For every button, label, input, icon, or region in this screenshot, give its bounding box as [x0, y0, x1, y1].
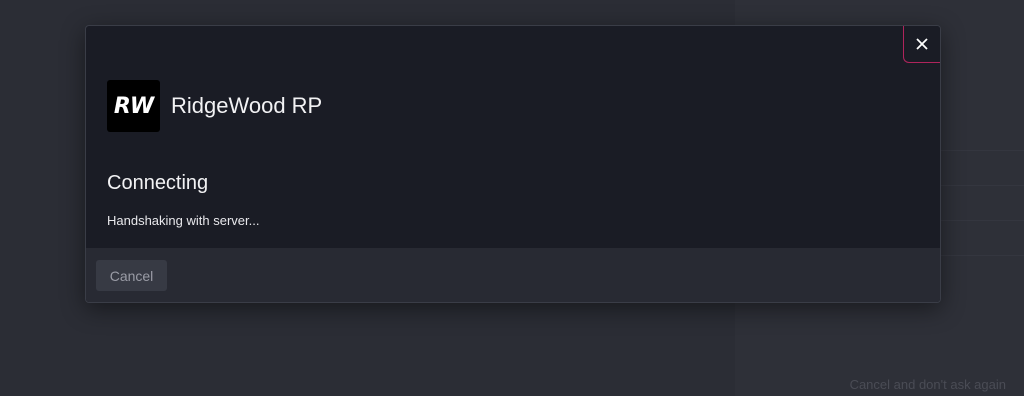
background-divider	[940, 185, 1024, 186]
status-detail: Handshaking with server...	[107, 213, 260, 228]
background-divider	[940, 255, 1024, 256]
cancel-button[interactable]: Cancel	[96, 260, 167, 291]
connecting-dialog: RW RidgeWood RP Connecting Handshaking w…	[85, 25, 941, 303]
server-header: RW RidgeWood RP	[107, 80, 322, 132]
server-logo-text: RW	[113, 93, 154, 119]
close-button[interactable]	[903, 26, 940, 63]
status-title: Connecting	[107, 172, 209, 194]
server-logo: RW	[107, 80, 160, 132]
background-divider	[940, 220, 1024, 221]
close-icon	[916, 38, 928, 50]
server-name: RidgeWood RP	[171, 93, 323, 118]
dialog-footer: Cancel	[86, 248, 940, 302]
background-dont-ask-link: Cancel and don't ask again	[849, 377, 1006, 392]
background-divider	[940, 150, 1024, 151]
